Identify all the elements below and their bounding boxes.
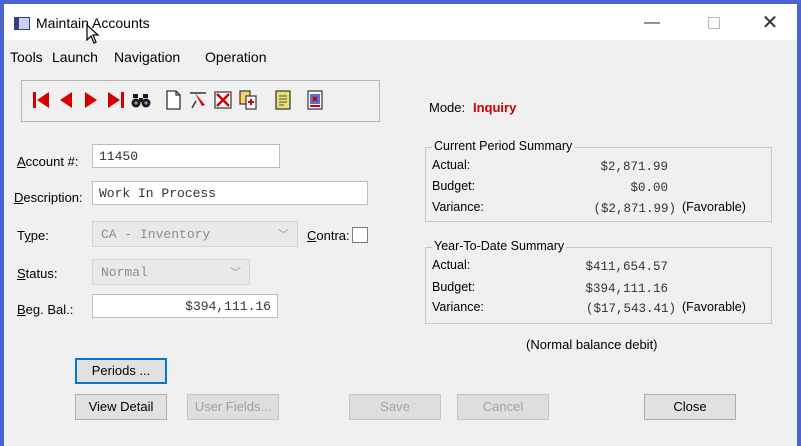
type-select[interactable]: CA - Inventory ﹀: [92, 221, 298, 247]
next-record-icon[interactable]: [80, 88, 102, 112]
ytd-budget-label: Budget:: [432, 280, 476, 294]
delete-icon[interactable]: [212, 88, 234, 112]
type-select-value: CA - Inventory: [101, 227, 211, 242]
menu-operation[interactable]: Operation: [205, 49, 266, 65]
mode-label: Mode:: [429, 100, 466, 115]
cp-actual-label: Actual:: [432, 158, 471, 172]
minimize-button[interactable]: —: [632, 10, 672, 36]
status-label: Status:: [17, 266, 58, 281]
cp-actual-value: $2,871.99: [600, 160, 668, 174]
cp-variance-label: Variance:: [432, 200, 484, 214]
cp-budget-value: $0.00: [630, 181, 668, 195]
periods-button[interactable]: Periods ...: [75, 358, 167, 384]
chevron-down-icon: ﹀: [278, 228, 289, 241]
notes-icon[interactable]: [272, 88, 294, 112]
last-record-icon[interactable]: [105, 88, 127, 112]
maximize-button[interactable]: [694, 10, 734, 36]
new-document-icon[interactable]: [162, 88, 184, 112]
maximize-icon: [708, 16, 720, 29]
cp-budget-label: Budget:: [432, 179, 476, 193]
beg-bal-field[interactable]: $394,111.16: [92, 294, 278, 318]
copy-icon[interactable]: [237, 88, 259, 112]
menu-launch[interactable]: Launch: [52, 49, 98, 65]
app-icon: [14, 17, 30, 30]
status-select-value: Normal: [101, 265, 148, 280]
close-window-button[interactable]: ✕: [750, 10, 790, 36]
beg-bal-label: Beg. Bal.:: [17, 302, 74, 317]
balance-note: (Normal balance debit): [526, 337, 658, 352]
toolbar: [21, 80, 380, 122]
user-fields-button[interactable]: User Fields...: [187, 394, 279, 420]
account-label: Account #:: [17, 154, 79, 169]
ytd-title: Year-To-Date Summary: [432, 239, 567, 253]
chevron-down-icon: ﹀: [230, 266, 241, 279]
current-period-title: Current Period Summary: [432, 139, 575, 153]
mode-value: Inquiry: [473, 100, 517, 115]
ytd-budget-value: $394,111.16: [585, 282, 668, 296]
contra-label: Contra:: [307, 228, 350, 243]
type-label: Type:: [17, 228, 49, 243]
menu-navigation[interactable]: Navigation: [114, 49, 180, 65]
first-record-icon[interactable]: [30, 88, 52, 112]
ytd-actual-label: Actual:: [432, 258, 471, 272]
view-detail-button[interactable]: View Detail: [75, 394, 167, 420]
cancel-button[interactable]: Cancel: [457, 394, 549, 420]
maintain-accounts-window: Maintain Accounts — ✕ Tools Launch Navig…: [4, 4, 797, 446]
title-bar[interactable]: Maintain Accounts — ✕: [4, 4, 797, 44]
description-label: Description:: [14, 190, 83, 205]
pin-icon[interactable]: [187, 88, 209, 112]
binoculars-icon[interactable]: [130, 88, 152, 112]
report-icon[interactable]: [304, 88, 326, 112]
account-field[interactable]: 11450: [92, 144, 280, 168]
ytd-variance-label: Variance:: [432, 300, 484, 314]
contra-checkbox[interactable]: [352, 227, 368, 243]
mouse-cursor-icon: [86, 23, 100, 47]
ytd-actual-value: $411,654.57: [585, 260, 668, 274]
cp-variance-value: ($2,871.99): [593, 202, 676, 216]
cp-variance-note: (Favorable): [682, 200, 746, 214]
previous-record-icon[interactable]: [55, 88, 77, 112]
close-button[interactable]: Close: [644, 394, 736, 420]
menu-tools[interactable]: Tools: [10, 49, 43, 65]
description-field[interactable]: Work In Process: [92, 181, 368, 205]
ytd-variance-note: (Favorable): [682, 300, 746, 314]
status-select[interactable]: Normal ﹀: [92, 259, 250, 285]
ytd-variance-value: ($17,543.41): [585, 302, 676, 316]
save-button[interactable]: Save: [349, 394, 441, 420]
